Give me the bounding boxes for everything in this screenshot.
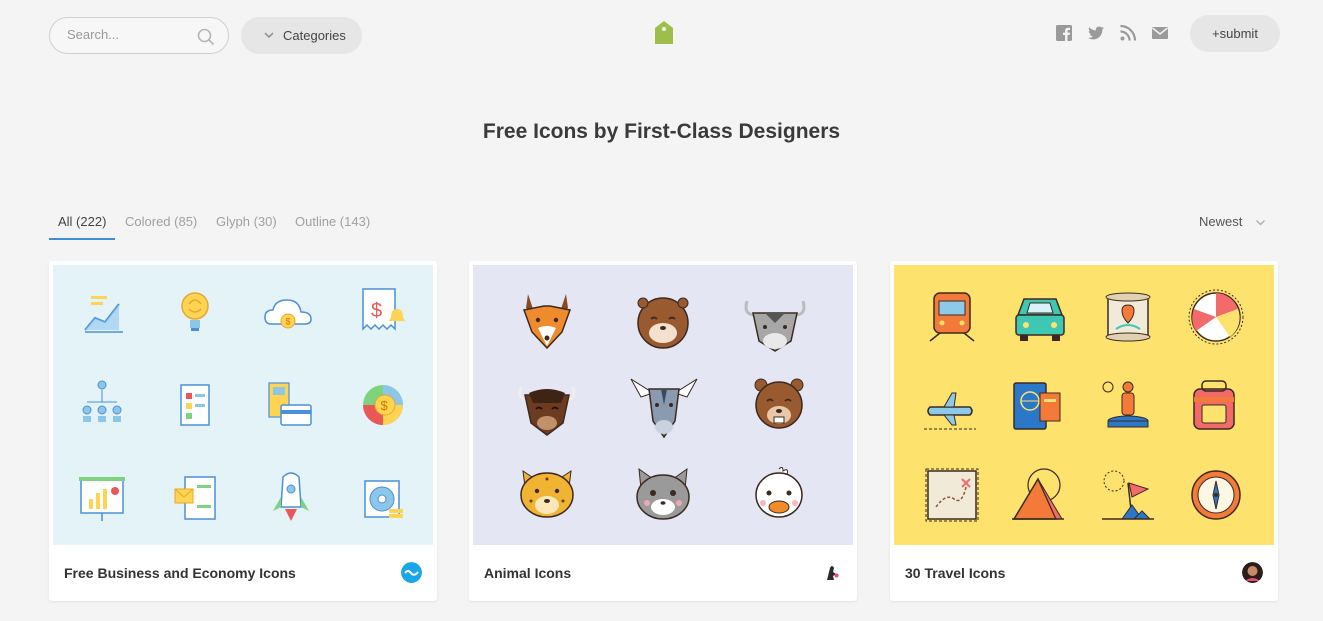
svg-text:$: $ (381, 398, 389, 413)
icon-set-card[interactable]: $ $ $ Free Business and Economy Icons (49, 261, 437, 601)
sort-dropdown[interactable]: Newest (1199, 214, 1242, 229)
author-avatar[interactable] (401, 562, 422, 583)
author-avatar[interactable] (821, 562, 842, 583)
svg-text:$: $ (371, 300, 382, 322)
chevron-down-icon (264, 32, 274, 38)
card-title[interactable]: Animal Icons (484, 565, 571, 581)
search-input[interactable] (67, 27, 187, 42)
tab-outline[interactable]: Outline (143) (295, 214, 370, 229)
submit-button[interactable]: +submit (1190, 15, 1280, 52)
card-title[interactable]: Free Business and Economy Icons (64, 565, 296, 581)
tab-glyph[interactable]: Glyph (30) (216, 214, 277, 229)
author-avatar[interactable] (1242, 562, 1263, 583)
animal-icons-preview[interactable] (473, 265, 853, 545)
search-box[interactable] (49, 17, 229, 54)
mail-icon[interactable] (1151, 24, 1169, 42)
search-icon[interactable] (197, 28, 215, 46)
rss-icon[interactable] (1119, 24, 1137, 42)
icon-set-card[interactable]: 30 Travel Icons (890, 261, 1278, 601)
top-bar: Categories +submit (0, 0, 1323, 70)
icon-set-card[interactable]: Animal Icons (469, 261, 857, 601)
travel-icons-preview[interactable] (894, 265, 1274, 545)
tab-colored[interactable]: Colored (85) (125, 214, 197, 229)
facebook-icon[interactable] (1055, 24, 1073, 42)
page-title: Free Icons by First-Class Designers (482, 120, 841, 143)
tab-all[interactable]: All (222) (58, 214, 106, 229)
categories-label: Categories (283, 28, 346, 43)
categories-dropdown[interactable]: Categories (241, 17, 362, 54)
chevron-down-icon[interactable] (1255, 219, 1266, 226)
card-title[interactable]: 30 Travel Icons (905, 565, 1005, 581)
business-icons-preview[interactable]: $ $ $ (53, 265, 433, 545)
active-tab-indicator (49, 238, 115, 240)
tag-icon[interactable] (653, 20, 675, 45)
svg-text:$: $ (286, 317, 291, 327)
twitter-icon[interactable] (1087, 24, 1105, 42)
